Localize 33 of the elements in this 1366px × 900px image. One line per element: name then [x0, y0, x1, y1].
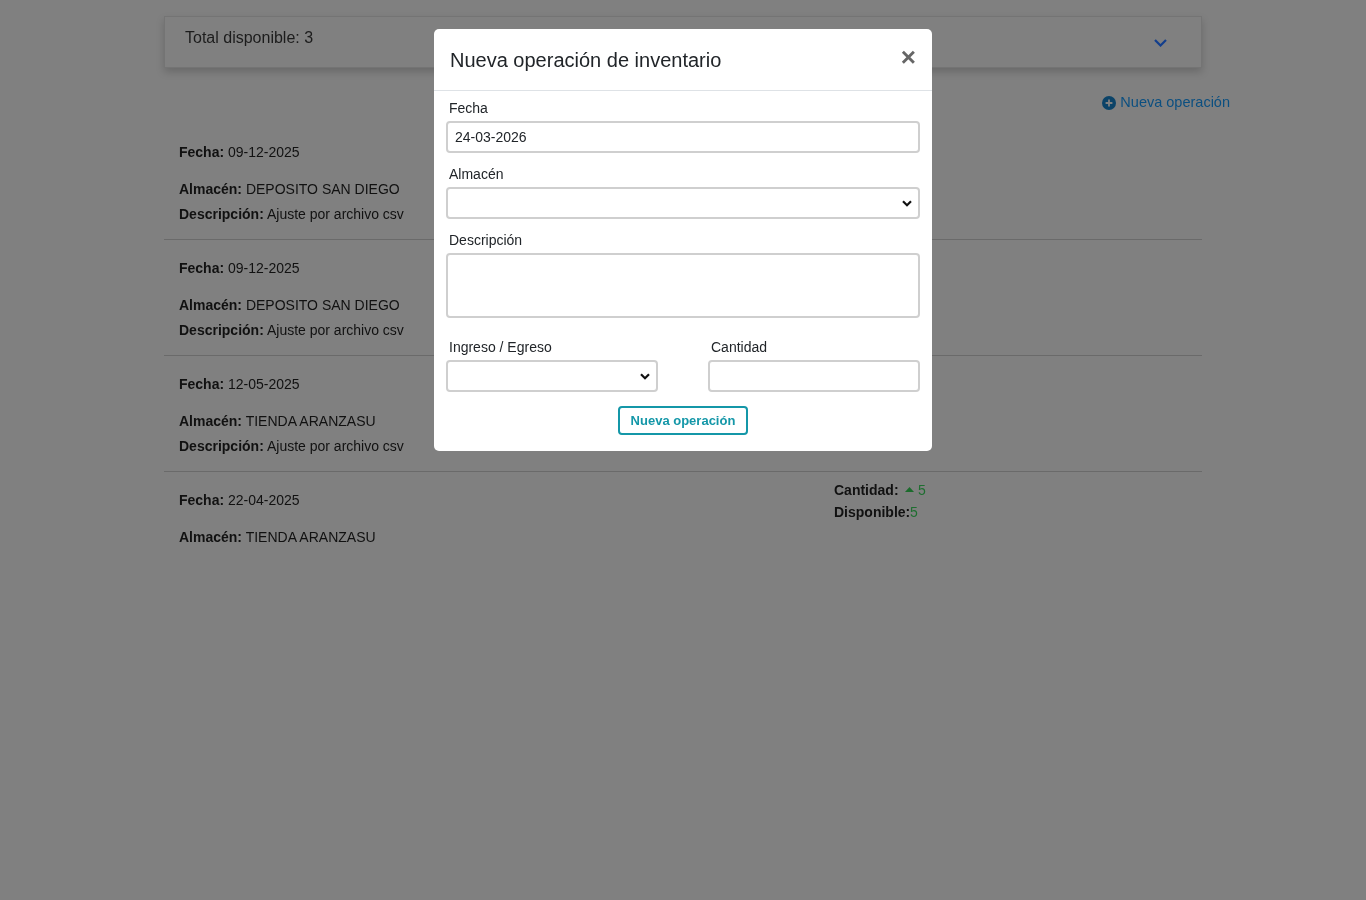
submit-button[interactable]: Nueva operación [617, 406, 749, 435]
operation-detail: Descripción: Ajuste por archivo csv [179, 436, 404, 456]
close-button[interactable]: × [900, 43, 916, 70]
field-label: Ingreso / Egreso [448, 338, 552, 356]
available-label: Disponible: [834, 502, 910, 522]
plus-circle-icon [1102, 95, 1117, 110]
select-field[interactable] [446, 187, 920, 219]
operation-detail: Descripción: Ajuste por archivo csv [179, 320, 404, 340]
operation-detail: Fecha: 09-12-2025 [179, 258, 300, 278]
chevron-down-icon [902, 199, 912, 207]
chevron-down-icon[interactable] [1154, 39, 1167, 47]
quantity-value: 5 [918, 480, 926, 500]
text-field[interactable]: 24-03-2026 [446, 121, 920, 153]
operation-detail: Fecha: 12-05-2025 [179, 374, 300, 394]
operation-detail: Fecha: 09-12-2025 [179, 142, 300, 162]
operation-detail: Almacén: TIENDA ARANZASU [179, 411, 376, 431]
field-label: Almacén [448, 165, 504, 183]
select-field[interactable] [446, 360, 658, 392]
operation-detail: Fecha: 22-04-2025 [179, 490, 300, 510]
chevron-down-icon [640, 372, 650, 380]
operation-detail: Almacén: DEPOSITO SAN DIEGO [179, 295, 400, 315]
textarea-field[interactable] [446, 253, 920, 318]
field-label: Fecha [448, 99, 488, 117]
operation-detail: Almacén: DEPOSITO SAN DIEGO [179, 179, 400, 199]
operation-detail: Descripción: Ajuste por archivo csv [179, 204, 404, 224]
total-available-text: Total disponible: 3 [185, 28, 314, 48]
operation-detail: Almacén: TIENDA ARANZASU [179, 527, 376, 547]
available-value: 5 [910, 502, 918, 522]
quantity-label: Cantidad: [834, 480, 900, 500]
field-label: Cantidad [710, 338, 768, 356]
field-label: Descripción [448, 231, 523, 249]
modal-title: Nueva operación de inventario [450, 47, 722, 73]
text-field[interactable] [708, 360, 920, 392]
